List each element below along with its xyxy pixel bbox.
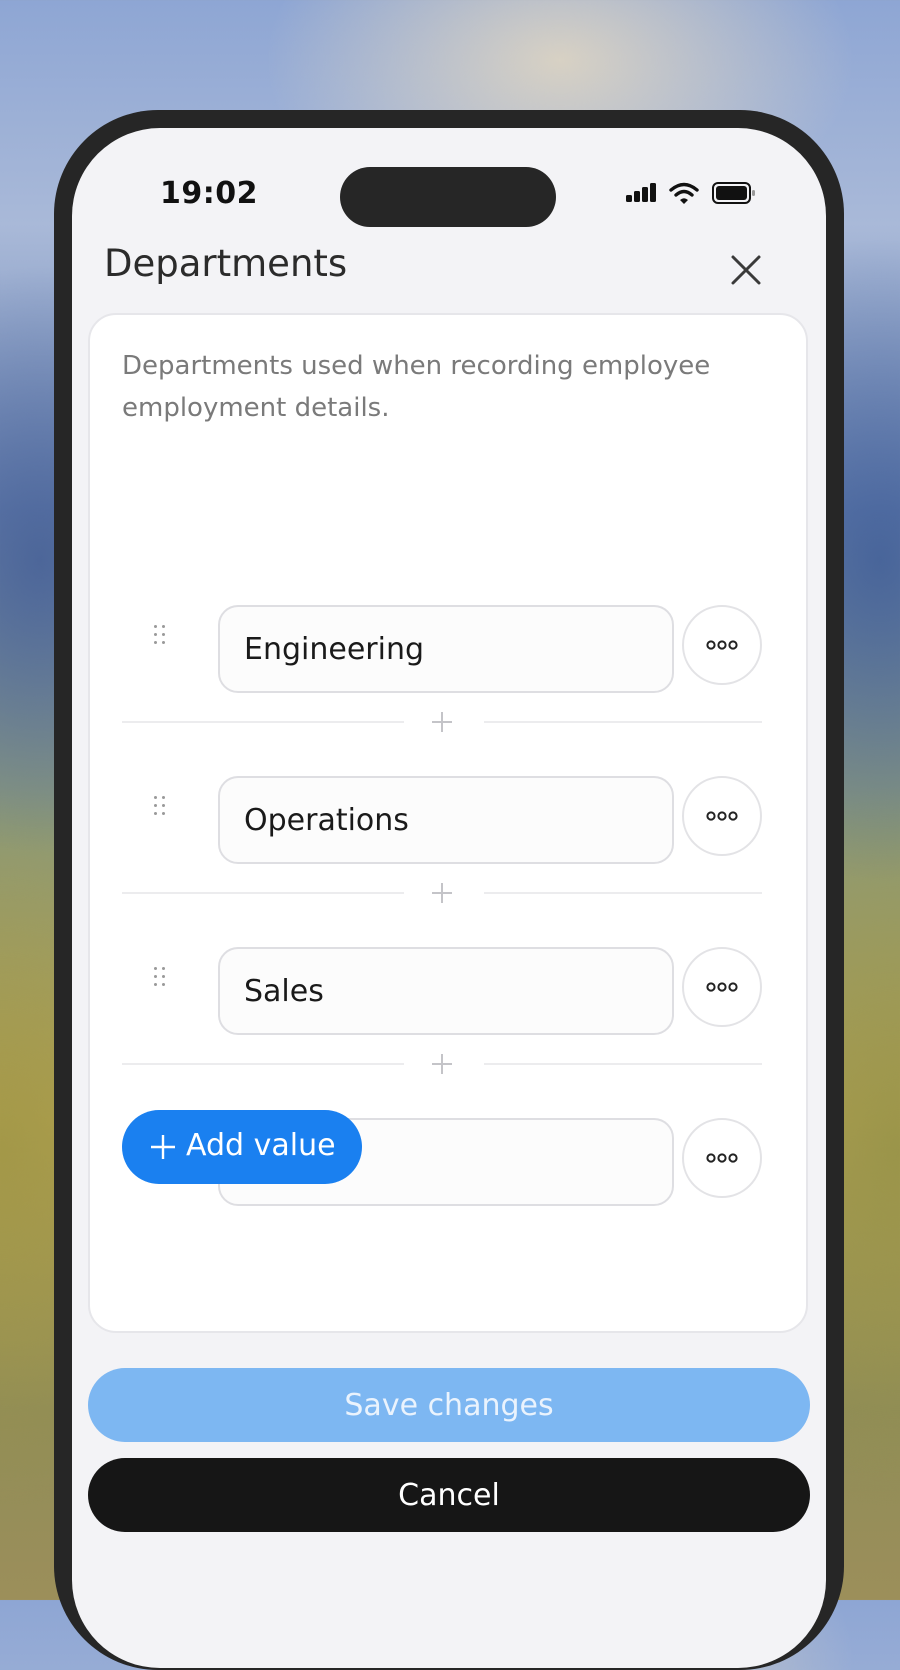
save-changes-label: Save changes — [344, 1388, 554, 1423]
drag-handle-icon[interactable] — [154, 967, 172, 993]
wifi-icon — [669, 182, 699, 204]
phone-frame: 19:02 Departments Departments used when … — [54, 110, 844, 1670]
save-changes-button[interactable]: Save changes — [88, 1368, 810, 1442]
battery-icon — [712, 182, 755, 204]
more-options-icon — [706, 811, 738, 821]
more-options-button[interactable] — [682, 776, 762, 856]
more-options-button[interactable] — [682, 1118, 762, 1198]
value-row — [90, 947, 810, 1039]
more-options-button[interactable] — [682, 947, 762, 1027]
drag-handle-icon[interactable] — [154, 796, 172, 822]
values-card: Departments used when recording employee… — [88, 313, 808, 1333]
cancel-button[interactable]: Cancel — [88, 1458, 810, 1532]
status-time: 19:02 — [160, 176, 258, 211]
sheet-title: Departments — [104, 242, 348, 285]
more-options-icon — [706, 640, 738, 650]
close-icon — [731, 255, 761, 285]
insert-divider — [122, 1054, 762, 1074]
phone-screen: 19:02 Departments Departments used when … — [72, 128, 826, 1668]
value-input-engineering[interactable] — [218, 605, 674, 693]
value-input-sales[interactable] — [218, 947, 674, 1035]
plus-icon — [151, 1135, 175, 1159]
more-options-icon — [706, 982, 738, 992]
value-row — [90, 776, 810, 868]
cellular-signal-icon — [626, 180, 658, 206]
insert-divider — [122, 883, 762, 903]
add-value-label: Add value — [186, 1128, 336, 1163]
description-text: Departments used when recording employee… — [122, 351, 711, 423]
plus-icon[interactable] — [430, 710, 454, 734]
close-button[interactable] — [724, 248, 768, 292]
insert-divider — [122, 712, 762, 732]
plus-icon[interactable] — [430, 881, 454, 905]
drag-handle-icon[interactable] — [154, 625, 172, 651]
value-row — [90, 605, 810, 697]
more-options-icon — [706, 1153, 738, 1163]
add-value-button[interactable]: Add value — [122, 1110, 362, 1184]
value-input-operations[interactable] — [218, 776, 674, 864]
cancel-label: Cancel — [398, 1478, 500, 1513]
dynamic-island — [340, 167, 556, 227]
plus-icon[interactable] — [430, 1052, 454, 1076]
more-options-button[interactable] — [682, 605, 762, 685]
